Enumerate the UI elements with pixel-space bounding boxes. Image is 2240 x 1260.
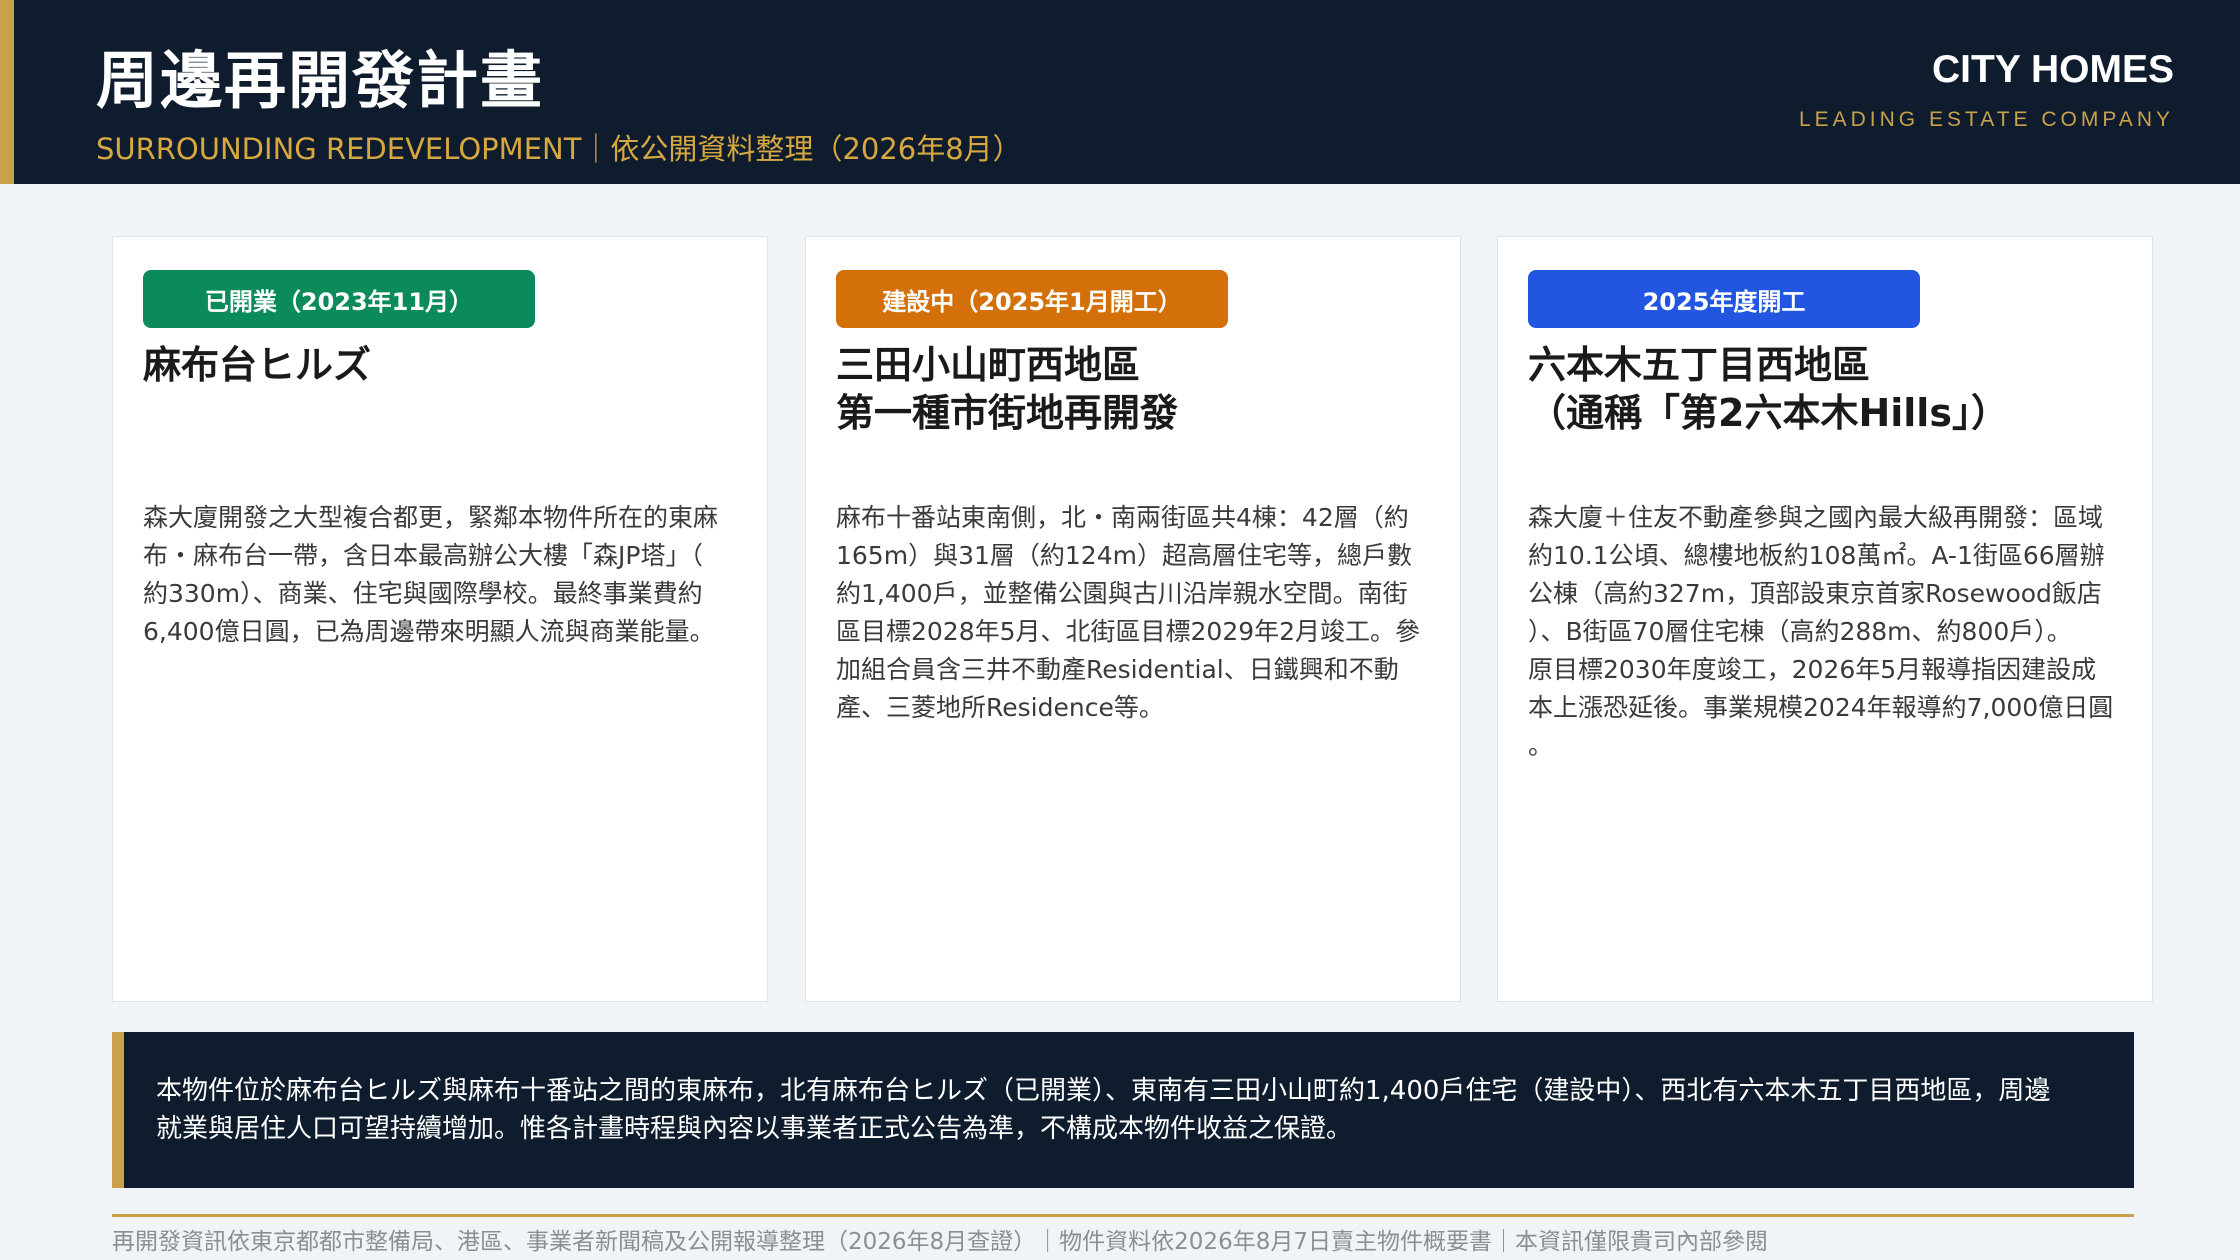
description-line: 。 [1528, 731, 1554, 760]
header-bar: 周邊再開發計畫 SURROUNDING REDEVELOPMENT｜依公開資料整… [0, 0, 2240, 184]
project-title: 三田小山町西地區 第一種市街地再開發 [836, 341, 1436, 437]
description-line: 6,400億日圓，已為周邊帶來明顯人流與商業能量。 [143, 617, 715, 646]
description-line: 加組合員含三井不動產Residential、日鐵興和不動 [836, 655, 1399, 684]
project-title-line: 三田小山町西地區 [836, 343, 1141, 387]
project-title: 六本木五丁目西地區 （通稱「第2六本木Hills」） [1528, 341, 2128, 437]
project-title-line: （通稱「第2六本木Hills」） [1528, 391, 2009, 435]
project-title-line: 第一種市街地再開發 [836, 391, 1179, 435]
summary-note: 本物件位於麻布台ヒルズ與麻布十番站之間的東麻布，北有麻布台ヒルズ（已開業）、東南… [112, 1032, 2134, 1188]
status-badge-opened: 已開業（2023年11月） [143, 270, 535, 328]
project-title-line: 麻布台ヒルズ [143, 343, 372, 387]
summary-note-line: 就業與居住人口可望持續增加。惟各計畫時程與內容以事業者正式公告為準，不構成本物件… [156, 1114, 1353, 1144]
description-line: 區目標2028年5月、北街區目標2029年2月竣工。參 [836, 617, 1421, 646]
brand-logo: CITY HOMES [1932, 48, 2174, 91]
project-card-azabudai: 已開業（2023年11月） 麻布台ヒルズ 森大廈開發之大型複合都更，緊鄰本物件所… [112, 236, 768, 1002]
description-line: 165m）與31層（約124m）超高層住宅等，總戶數 [836, 541, 1412, 570]
project-description: 麻布十番站東南側，北・南兩街區共4棟：42層（約 165m）與31層（約124m… [836, 499, 1436, 727]
page-title: 周邊再開發計畫 [96, 44, 545, 117]
description-line: 約1,400戶，並整備公園與古川沿岸親水空間。南街 [836, 579, 1408, 608]
brand-tagline: LEADING ESTATE COMPANY [1798, 108, 2174, 131]
status-badge-start: 2025年度開工 [1528, 270, 1920, 328]
description-line: ）、B街區70層住宅棟（高約288m、約800戶）。 [1528, 617, 2072, 646]
description-line: 公棟（高約327m，頂部設東京首家Rosewood飯店 [1528, 579, 2102, 608]
project-title: 麻布台ヒルズ [143, 341, 743, 389]
description-line: 約330m）、商業、住宅與國際學校。最終事業費約 [143, 579, 703, 608]
page-subtitle: SURROUNDING REDEVELOPMENT｜依公開資料整理（2026年8… [96, 132, 1022, 166]
description-line: 森大廈開發之大型複合都更，緊鄰本物件所在的東麻 [143, 503, 719, 532]
footer-divider [112, 1214, 2134, 1217]
description-line: 產、三菱地所Residence等。 [836, 693, 1164, 722]
footer-source-note: 再開發資訊依東京都都市整備局、港區、事業者新聞稿及公開報導整理（2026年8月查… [112, 1229, 1768, 1255]
status-badge-construction: 建設中（2025年1月開工） [836, 270, 1228, 328]
description-line: 森大廈＋住友不動產參與之國內最大級再開發：區域 [1528, 503, 2104, 532]
project-card-mita-koyamacho: 建設中（2025年1月開工） 三田小山町西地區 第一種市街地再開發 麻布十番站東… [805, 236, 1461, 1002]
description-line: 布・麻布台一帶，含日本最高辦公大樓「森JP塔」（ [143, 541, 703, 570]
description-line: 麻布十番站東南側，北・南兩街區共4棟：42層（約 [836, 503, 1409, 532]
description-line: 本上漲恐延後。事業規模2024年報導約7,000億日圓 [1528, 693, 2114, 722]
project-description: 森大廈＋住友不動產參與之國內最大級再開發：區域 約10.1公頃、總樓地板約108… [1528, 499, 2128, 765]
description-line: 約10.1公頃、總樓地板約108萬㎡。A-1街區66層辦 [1528, 541, 2105, 570]
project-title-line: 六本木五丁目西地區 [1528, 343, 1871, 387]
description-line: 原目標2030年度竣工，2026年5月報導指因建設成 [1528, 655, 2097, 684]
project-card-roppongi-5chome: 2025年度開工 六本木五丁目西地區 （通稱「第2六本木Hills」） 森大廈＋… [1497, 236, 2153, 1002]
project-description: 森大廈開發之大型複合都更，緊鄰本物件所在的東麻 布・麻布台一帶，含日本最高辦公大… [143, 499, 743, 651]
header-accent-stripe [0, 0, 14, 184]
summary-note-line: 本物件位於麻布台ヒルズ與麻布十番站之間的東麻布，北有麻布台ヒルズ（已開業）、東南… [156, 1076, 2051, 1106]
